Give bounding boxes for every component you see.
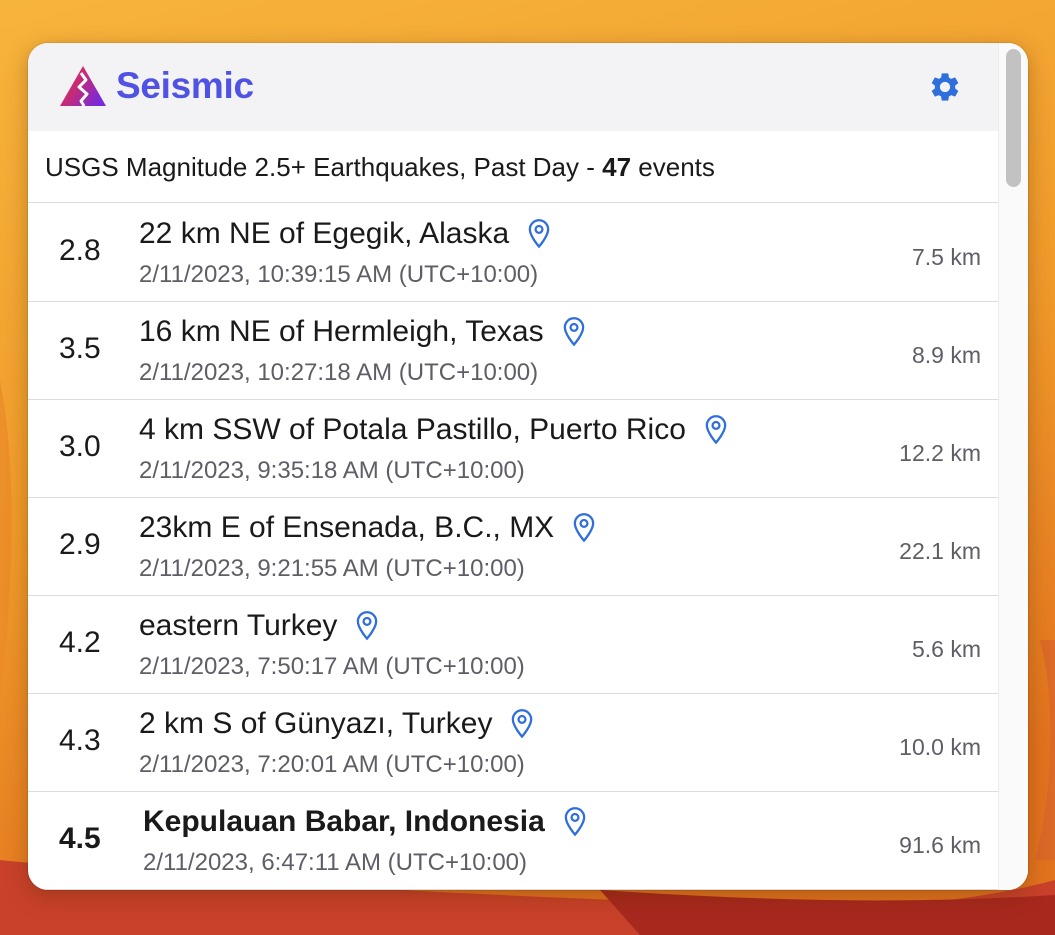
event-depth: 8.9 km — [911, 342, 981, 368]
magnitude: 3.0 — [59, 430, 101, 463]
place-name: Kepulauan Babar, Indonesia — [143, 805, 545, 838]
event-time: 2/11/2023, 10:27:18 AM (UTC+10:00) — [139, 359, 539, 386]
magnitude: 4.5 — [59, 822, 101, 855]
list-item[interactable]: 4.3 2 km S of Günyazı, Turkey 2/11/2023,… — [28, 694, 998, 792]
place-name: 22 km NE of Egegik, Alaska — [139, 217, 510, 250]
feed-title: USGS Magnitude 2.5+ Earthquakes, Past Da… — [45, 152, 715, 183]
magnitude: 2.9 — [59, 528, 101, 561]
place-line: 22 km NE of Egegik, Alaska — [139, 217, 553, 251]
magnitude: 3.5 — [59, 332, 101, 365]
event-count-suffix: events — [638, 152, 715, 182]
list-item[interactable]: 2.8 22 km NE of Egegik, Alaska 2/11/2023… — [28, 204, 998, 302]
list-item[interactable]: 3.5 16 km NE of Hermleigh, Texas 2/11/20… — [28, 302, 998, 400]
event-depth: 12.2 km — [899, 440, 981, 466]
magnitude: 4.2 — [59, 626, 101, 659]
place-line: 23km E of Ensenada, B.C., MX — [139, 511, 598, 545]
map-pin-icon[interactable] — [353, 610, 381, 642]
event-time: 2/11/2023, 10:39:15 AM (UTC+10:00) — [139, 261, 539, 288]
app-header: Seismic — [28, 43, 998, 131]
map-pin-icon[interactable] — [560, 316, 588, 348]
place-name: 16 km NE of Hermleigh, Texas — [139, 315, 544, 348]
scrollbar-track[interactable] — [998, 43, 1028, 890]
list-item[interactable]: 4.2 eastern Turkey 2/11/2023, 7:50:17 AM… — [28, 596, 998, 694]
place-name: 2 km S of Günyazı, Turkey — [139, 707, 493, 740]
map-pin-icon[interactable] — [525, 218, 553, 250]
event-time: 2/11/2023, 9:21:55 AM (UTC+10:00) — [139, 555, 525, 582]
app-title: Seismic — [116, 65, 254, 106]
place-line: 4 km SSW of Potala Pastillo, Puerto Rico — [139, 413, 730, 447]
event-depth: 91.6 km — [899, 832, 981, 858]
place-line: Kepulauan Babar, Indonesia — [143, 805, 589, 839]
map-pin-icon[interactable] — [702, 414, 730, 446]
feed-label: USGS Magnitude 2.5+ Earthquakes, Past Da… — [45, 152, 595, 182]
place-line: eastern Turkey — [139, 609, 381, 643]
event-depth: 7.5 km — [911, 244, 981, 270]
event-depth: 10.0 km — [899, 734, 981, 760]
event-depth: 5.6 km — [911, 636, 981, 662]
event-count: 47 — [602, 152, 632, 182]
place-line: 2 km S of Günyazı, Turkey — [139, 707, 536, 741]
list-item[interactable]: 3.0 4 km SSW of Potala Pastillo, Puerto … — [28, 400, 998, 498]
feed-summary: USGS Magnitude 2.5+ Earthquakes, Past Da… — [28, 131, 998, 203]
place-name: eastern Turkey — [139, 609, 338, 642]
scrollbar-thumb[interactable] — [1006, 49, 1021, 187]
list-item[interactable]: 4.5 Kepulauan Babar, Indonesia 2/11/2023… — [28, 792, 998, 890]
event-depth: 22.1 km — [899, 538, 981, 564]
magnitude: 2.8 — [59, 234, 101, 267]
seismic-logo-icon — [60, 66, 106, 107]
event-time: 2/11/2023, 6:47:11 AM (UTC+10:00) — [143, 849, 528, 876]
event-time: 2/11/2023, 9:35:18 AM (UTC+10:00) — [139, 457, 525, 484]
place-name: 4 km SSW of Potala Pastillo, Puerto Rico — [139, 413, 686, 446]
list-item[interactable]: 2.9 23km E of Ensenada, B.C., MX 2/11/20… — [28, 498, 998, 596]
place-line: 16 km NE of Hermleigh, Texas — [139, 315, 588, 349]
map-pin-icon[interactable] — [508, 708, 536, 740]
event-time: 2/11/2023, 7:50:17 AM (UTC+10:00) — [139, 653, 525, 680]
map-pin-icon[interactable] — [561, 806, 589, 838]
seismic-window: Seismic USGS Magnitude 2.5+ Earthquakes,… — [28, 43, 1028, 890]
magnitude: 4.3 — [59, 724, 101, 757]
map-pin-icon[interactable] — [570, 512, 598, 544]
event-time: 2/11/2023, 7:20:01 AM (UTC+10:00) — [139, 751, 525, 778]
earthquake-list: 2.8 22 km NE of Egegik, Alaska 2/11/2023… — [28, 204, 998, 890]
place-name: 23km E of Ensenada, B.C., MX — [139, 511, 555, 544]
gear-icon[interactable] — [928, 70, 962, 104]
